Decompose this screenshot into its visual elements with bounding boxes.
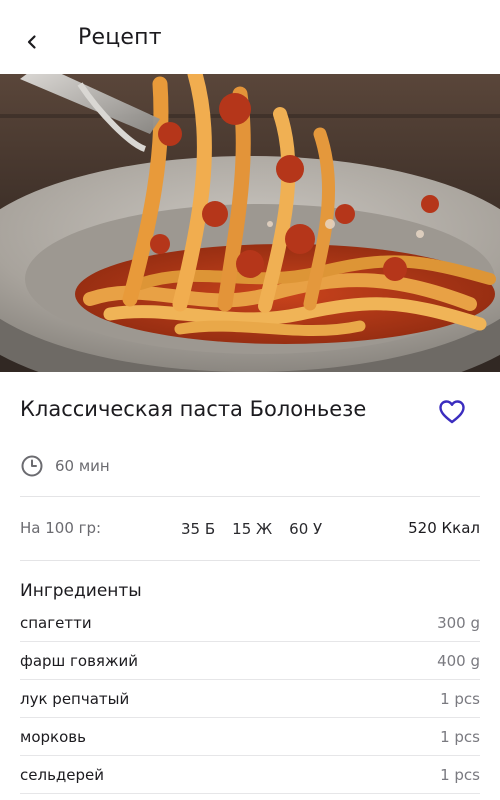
page-title: Рецепт xyxy=(78,25,162,50)
carbs-value: 60 У xyxy=(289,520,323,538)
heart-outline-icon xyxy=(439,400,465,424)
ingredient-row: спагетти 300 g xyxy=(20,604,480,642)
ingredient-row: лук репчатый 1 pcs xyxy=(20,680,480,718)
recipe-title: Классическая паста Болоньезе xyxy=(20,397,367,421)
pasta-bolognese-photo xyxy=(0,74,500,372)
recipe-screen: Рецепт Классическая паста Болоньезе 60 м… xyxy=(0,0,500,800)
chevron-left-icon xyxy=(27,35,36,49)
nutrition-macros: 35 Б 15 Ж 60 У xyxy=(181,520,339,538)
ingredient-row: фарш говяжий 400 g xyxy=(20,642,480,680)
ingredient-quantity: 1 pcs xyxy=(440,727,480,746)
calories-value: 520 Ккал xyxy=(408,519,480,537)
divider xyxy=(20,496,480,497)
nutrition-label: На 100 гр: xyxy=(20,519,102,537)
fat-value: 15 Ж xyxy=(232,520,273,538)
ingredient-quantity: 1 pcs xyxy=(440,765,480,784)
ingredients-list: спагетти 300 g фарш говяжий 400 g лук ре… xyxy=(20,604,480,794)
ingredient-quantity: 1 pcs xyxy=(440,689,480,708)
cooking-time-value: 60 мин xyxy=(55,457,110,475)
favorite-button[interactable] xyxy=(434,394,470,430)
ingredient-name: лук репчатый xyxy=(20,689,130,708)
ingredient-row: сельдерей 1 pcs xyxy=(20,756,480,794)
ingredients-title: Ингредиенты xyxy=(20,581,142,601)
ingredient-name: фарш говяжий xyxy=(20,651,138,670)
ingredient-name: спагетти xyxy=(20,613,92,632)
clock-icon xyxy=(21,455,43,477)
ingredient-name: сельдерей xyxy=(20,765,105,784)
back-button[interactable] xyxy=(14,24,50,60)
top-app-bar: Рецепт xyxy=(0,0,500,74)
divider xyxy=(20,560,480,561)
protein-value: 35 Б xyxy=(181,520,216,538)
ingredient-name: морковь xyxy=(20,727,86,746)
ingredient-quantity: 400 g xyxy=(437,651,480,670)
ingredient-row: морковь 1 pcs xyxy=(20,718,480,756)
ingredient-quantity: 300 g xyxy=(437,613,480,632)
cooking-time: 60 мин xyxy=(20,454,110,478)
recipe-hero-image xyxy=(0,74,500,372)
